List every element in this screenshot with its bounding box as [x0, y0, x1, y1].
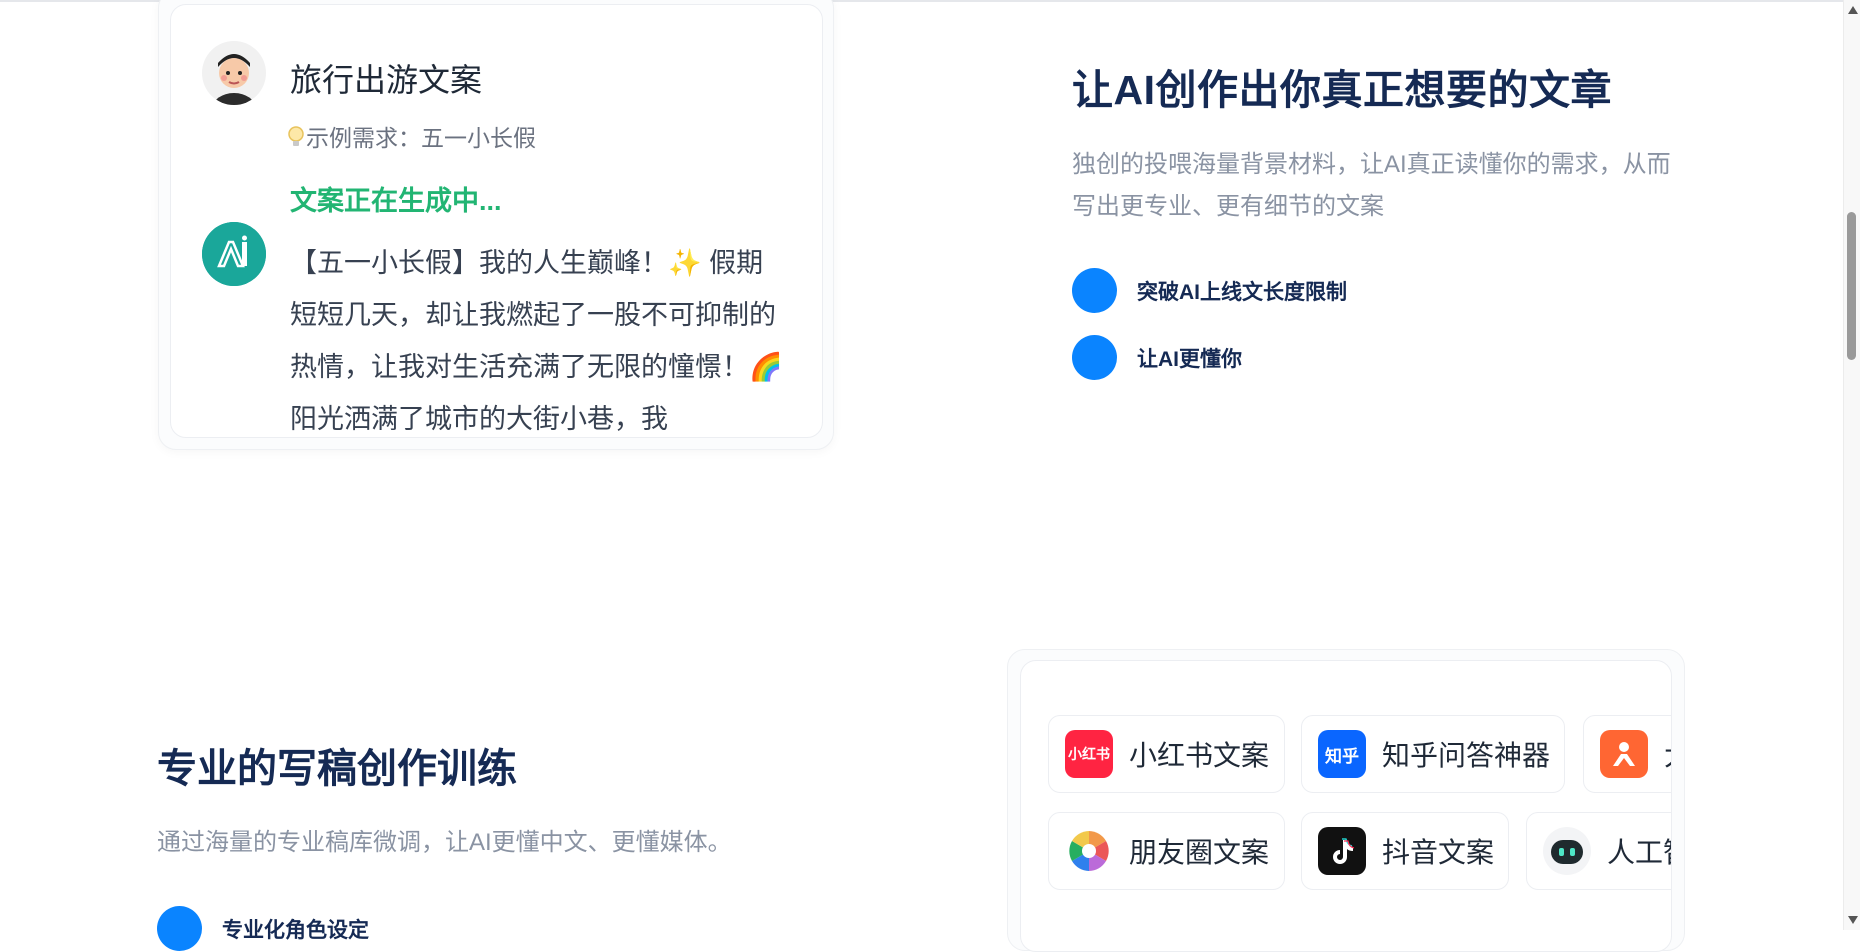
feature-item: 突破AI上线文长度限制 — [1072, 268, 1347, 313]
moments-icon — [1065, 827, 1113, 875]
template-label: 抖音文案 — [1382, 837, 1495, 868]
lightbulb-icon — [286, 125, 306, 149]
vertical-scrollbar[interactable] — [1843, 0, 1860, 930]
template-chip-zhihu[interactable]: 知乎 知乎问答神器 — [1301, 715, 1565, 793]
scrollbar-thumb[interactable] — [1847, 212, 1856, 360]
dianping-icon — [1600, 730, 1648, 778]
demo-card-title: 旅行出游文案 — [290, 62, 483, 98]
template-label: 朋友圈文案 — [1129, 837, 1270, 868]
template-chip-moments[interactable]: 朋友圈文案 — [1048, 812, 1285, 890]
robot-icon — [1543, 827, 1591, 875]
template-label: 人工智 — [1607, 837, 1671, 868]
training-heading: 专业的写稿创作训练 — [157, 747, 517, 791]
feature-label: 专业化角色设定 — [222, 918, 369, 942]
templates-card: 小红书 小红书文案 知乎 知乎问答神器 大 朋友圈文案 — [1020, 660, 1672, 952]
feature-bullet-icon — [157, 906, 202, 951]
feature-bullet-icon — [1072, 268, 1117, 313]
feature-label: 让AI更懂你 — [1137, 347, 1242, 371]
training-description: 通过海量的专业稿库微调，让AI更懂中文、更懂媒体。 — [157, 829, 732, 856]
feature-item: 让AI更懂你 — [1072, 335, 1242, 380]
article-heading: 让AI创作出你真正想要的文章 — [1072, 67, 1612, 113]
douyin-icon — [1318, 827, 1366, 875]
template-label: 小红书文案 — [1129, 740, 1270, 771]
article-description: 独创的投喂海量背景材料，让AI真正读懂你的需求，从而写出更专业、更有细节的文案 — [1072, 151, 1671, 220]
example-request-text: 示例需求：五一小长假 — [306, 125, 536, 151]
scroll-down-arrow-icon[interactable] — [1848, 916, 1858, 924]
user-avatar — [202, 41, 266, 105]
template-label: 知乎问答神器 — [1382, 740, 1551, 771]
template-chip-dianping[interactable]: 大 — [1583, 715, 1671, 793]
feature-item: 专业化角色设定 — [157, 906, 369, 951]
template-chip-xiaohongshu[interactable]: 小红书 小红书文案 — [1048, 715, 1285, 793]
example-request: 示例需求：五一小长假 — [286, 119, 536, 153]
template-chip-ai[interactable]: 人工智 — [1526, 812, 1671, 890]
scroll-up-arrow-icon[interactable] — [1848, 6, 1858, 14]
xiaohongshu-icon: 小红书 — [1065, 730, 1113, 778]
feature-bullet-icon — [1072, 335, 1117, 380]
feature-label: 突破AI上线文长度限制 — [1137, 280, 1347, 304]
template-label: 大 — [1664, 734, 1671, 774]
zhihu-icon: 知乎 — [1318, 730, 1366, 778]
template-chip-douyin[interactable]: 抖音文案 — [1301, 812, 1509, 890]
generating-status: 文案正在生成中... — [290, 186, 502, 216]
ai-logo-icon — [202, 222, 266, 286]
demo-card: 旅行出游文案 示例需求：五一小长假 文案正在生成中... 【五一小长假】我的人生… — [170, 4, 823, 438]
generated-text: 【五一小长假】我的人生巅峰！✨ 假期短短几天，却让我燃起了一股不可抑制的热情，让… — [290, 248, 783, 434]
